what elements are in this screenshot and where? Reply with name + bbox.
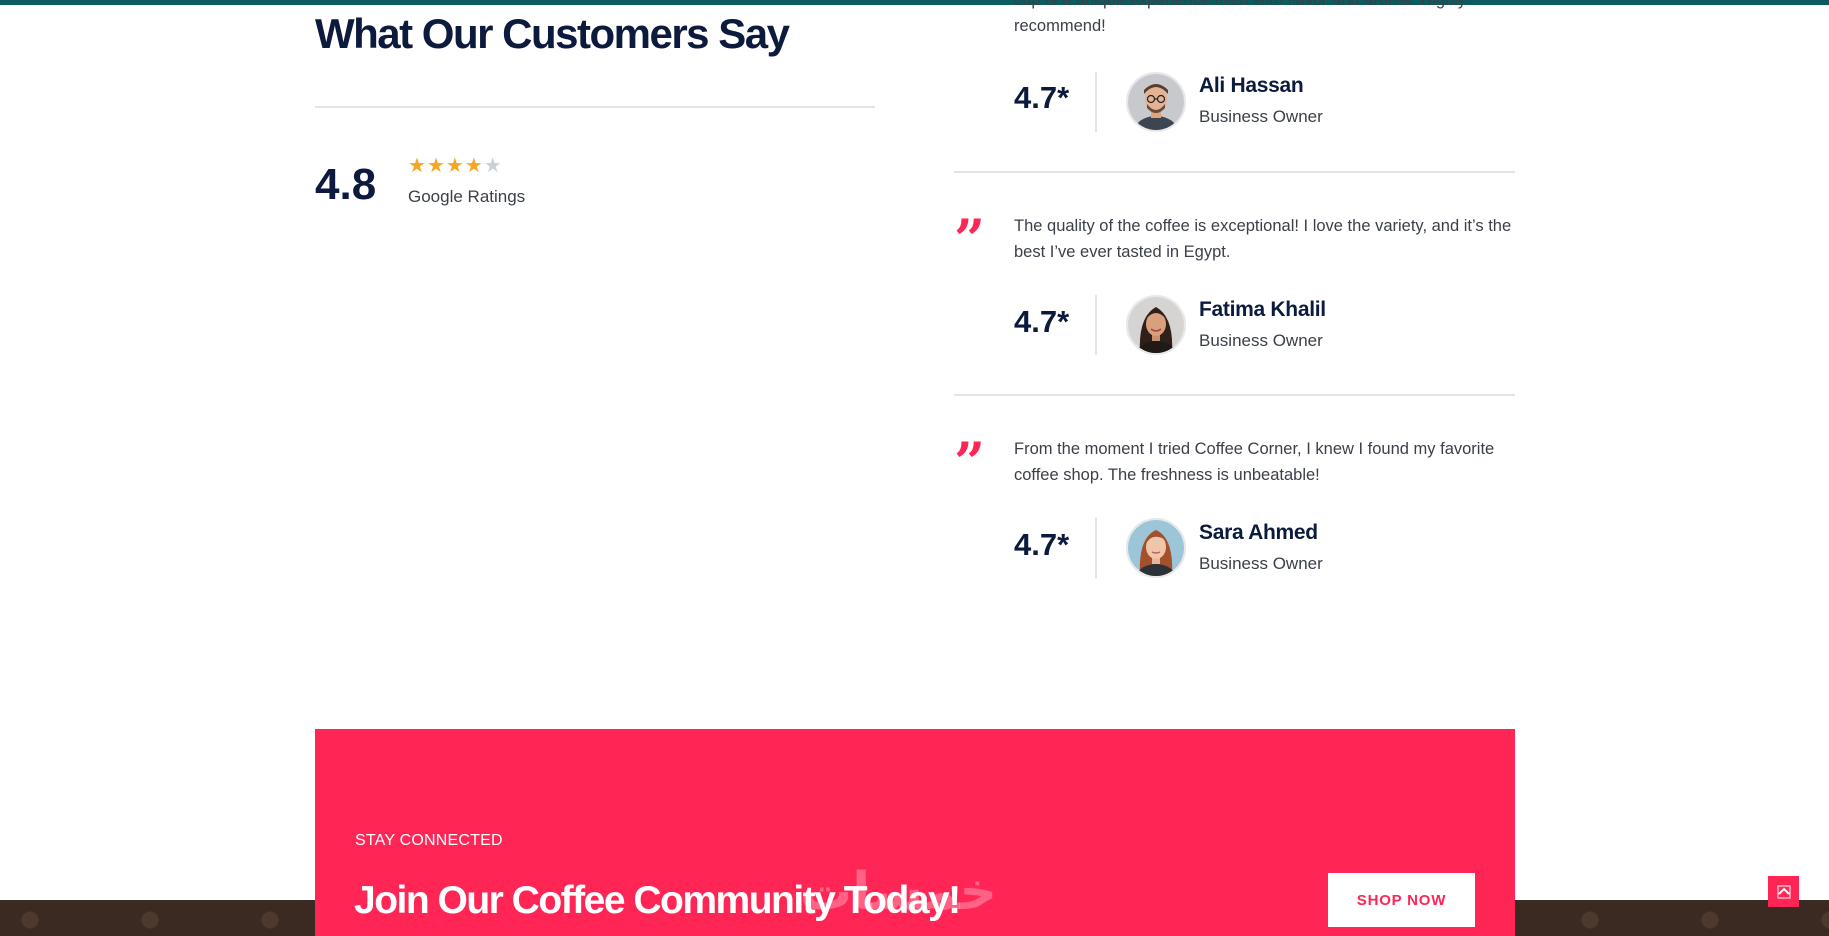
section-title: What Our Customers Say <box>315 10 790 57</box>
star-filled-icon: ★ <box>426 155 446 177</box>
star-filled-icon: ★ <box>464 155 484 177</box>
cta-eyebrow: STAY CONNECTED <box>355 832 503 849</box>
star-filled-icon: ★ <box>445 155 465 177</box>
avatar-woman-red-hair-icon <box>1128 520 1184 576</box>
divider <box>954 394 1515 396</box>
overall-rating: 4.8 <box>315 160 377 209</box>
testimonial-quote: From the moment I tried Coffee Corner, I… <box>1014 440 1495 484</box>
testimonial-name: Ali Hassan <box>1199 74 1304 97</box>
divider <box>315 106 875 108</box>
divider <box>954 171 1515 173</box>
avatar-man-glasses-icon <box>1128 74 1184 130</box>
divider <box>1095 295 1097 355</box>
testimonial-rating: 4.7* <box>1014 80 1070 115</box>
quote-icon: ” <box>954 207 986 271</box>
watermark-logo: خمسات <box>800 862 998 922</box>
divider <box>1095 72 1097 132</box>
chevron-up-icon <box>1777 885 1790 898</box>
avatar <box>1126 72 1186 132</box>
testimonial-rating: 4.7* <box>1014 527 1070 562</box>
scroll-to-top-button[interactable] <box>1768 876 1799 907</box>
star-filled-icon: ★ <box>408 155 427 177</box>
shop-now-button[interactable]: SHOP NOW <box>1328 873 1475 927</box>
rating-source: Google Ratings <box>408 187 526 206</box>
testimonial-rating: 4.7* <box>1014 304 1070 339</box>
star-rating: ★★★★★ <box>408 153 503 178</box>
testimonial-role: Business Owner <box>1199 331 1323 350</box>
testimonial-name: Fatima Khalil <box>1199 298 1326 321</box>
avatar <box>1126 518 1186 578</box>
testimonial-quote: cup is a unique experience filled with f… <box>1014 0 1467 35</box>
testimonial-role: Business Owner <box>1199 107 1323 126</box>
avatar-woman-dark-hair-icon <box>1128 297 1184 353</box>
testimonial-role: Business Owner <box>1199 554 1323 573</box>
quote-icon: ” <box>954 430 986 494</box>
testimonial-quote: The quality of the coffee is exceptional… <box>1014 217 1512 261</box>
top-accent-bar <box>0 0 1829 5</box>
star-empty-icon: ★ <box>483 155 503 177</box>
divider <box>1095 518 1097 578</box>
testimonial-name: Sara Ahmed <box>1199 521 1318 544</box>
avatar <box>1126 295 1186 355</box>
